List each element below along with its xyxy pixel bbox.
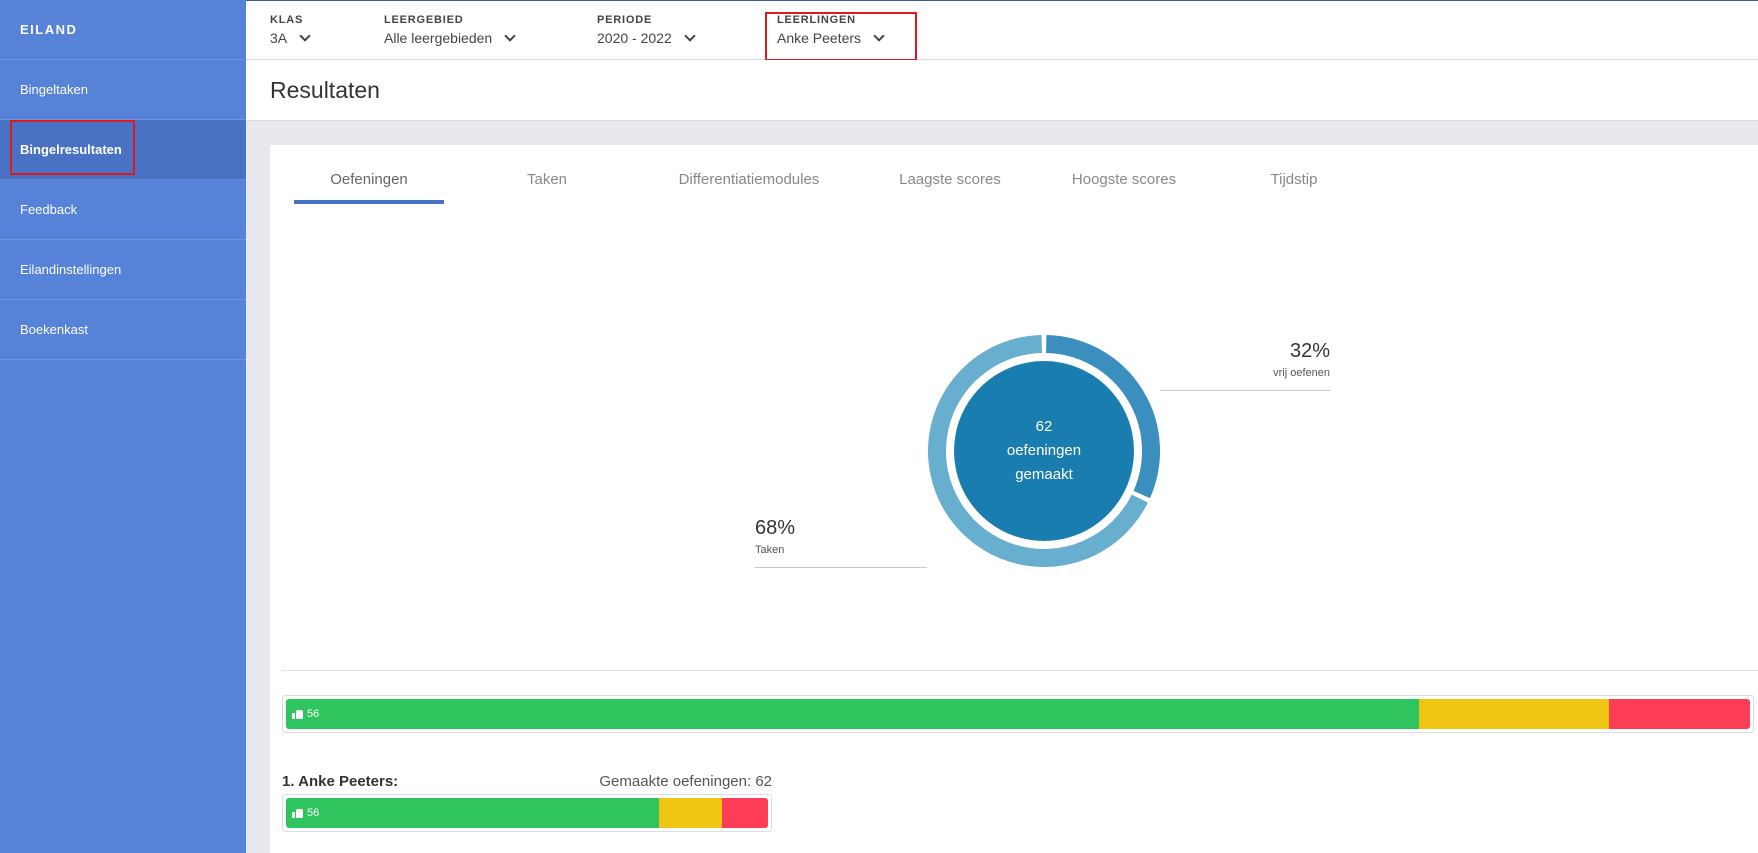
donut-center: 62 oefeningen gemaakt	[954, 361, 1134, 541]
chevron-down-icon	[684, 30, 696, 42]
donut-center-value: 62	[1035, 418, 1053, 435]
periode-filter-label: PERIODE	[597, 14, 653, 26]
callout-percent: 68%	[755, 517, 796, 539]
results-card: Oefeningen Taken Differentiatiemodules L…	[270, 145, 1758, 853]
klas-select[interactable]: 3A	[270, 30, 311, 46]
score-segment-good[interactable]: 56	[286, 798, 660, 828]
good-count: 56	[307, 807, 320, 819]
sidebar-item-bingelresultaten[interactable]: Bingelresultaten	[0, 120, 246, 180]
klas-filter[interactable]: KLAS 3A	[270, 14, 311, 46]
score-segment-good[interactable]: 56	[286, 699, 1420, 729]
sidebar-brand: EILAND	[0, 0, 246, 60]
sidebar-item-boekenkast[interactable]: Boekenkast	[0, 300, 246, 360]
tab-laagste-scores[interactable]: Laagste scores	[870, 171, 1030, 188]
periode-filter[interactable]: PERIODE 2020 - 2022	[597, 14, 696, 46]
donut-center-line2: gemaakt	[1015, 466, 1073, 483]
periode-select[interactable]: 2020 - 2022	[597, 30, 696, 46]
tab-bar: Oefeningen Taken Differentiatiemodules L…	[294, 145, 1734, 205]
leergebied-filter[interactable]: LEERGEBIED Alle leergebieden	[384, 14, 516, 46]
sidebar-item-label: Eilandinstellingen	[20, 262, 122, 277]
filter-bar: KLAS 3A LEERGEBIED Alle leergebieden PER…	[246, 0, 1758, 61]
overall-score-bar: 56	[282, 695, 1754, 733]
good-count: 56	[307, 708, 320, 720]
sidebar-item-label: Feedback	[20, 202, 78, 217]
callout-percent: 32%	[1289, 340, 1330, 362]
divider	[282, 670, 1758, 671]
donut-center-line1: oefeningen	[1006, 442, 1082, 459]
sidebar-item-label: Boekenkast	[20, 322, 88, 337]
donut-chart: 62 oefeningen gemaakt	[928, 335, 1160, 567]
leerlingen-filter[interactable]: LEERLINGEN Anke Peeters	[765, 12, 917, 61]
callout-line	[755, 567, 927, 568]
sidebar-item-eilandinstellingen[interactable]: Eilandinstellingen	[0, 240, 246, 300]
leergebied-value: Alle leergebieden	[384, 30, 493, 46]
callout-vrij-oefenen: 32% vrij oefenen	[1160, 340, 1330, 391]
periode-value: 2020 - 2022	[597, 30, 672, 46]
sidebar-item-label: Bingeltaken	[20, 82, 88, 97]
tab-differentiatiemodules[interactable]: Differentiatiemodules	[654, 171, 844, 188]
klas-value: 3A	[270, 30, 288, 46]
sidebar-item-feedback[interactable]: Feedback	[0, 180, 246, 240]
sidebar: EILAND Bingeltaken Bingelresultaten Feed…	[0, 0, 246, 853]
chevron-down-icon	[504, 30, 516, 42]
tab-oefeningen[interactable]: Oefeningen	[294, 171, 444, 188]
leergebied-select[interactable]: Alle leergebieden	[384, 30, 516, 46]
klas-filter-label: KLAS	[270, 14, 304, 26]
score-segment-medium[interactable]	[659, 798, 722, 828]
highlight-box	[10, 120, 135, 175]
student-exercise-count: Gemaakte oefeningen: 62	[599, 773, 772, 790]
callout-line	[1160, 390, 1330, 391]
score-segment-medium[interactable]	[1419, 699, 1610, 729]
active-tab-indicator	[294, 200, 444, 204]
page-title: Resultaten	[270, 77, 380, 103]
student-score-bar: 56	[282, 794, 772, 832]
callout-taken: 68% Taken	[755, 517, 927, 568]
tab-taken[interactable]: Taken	[492, 171, 602, 188]
tab-hoogste-scores[interactable]: Hoogste scores	[1044, 171, 1204, 188]
highlight-box	[765, 12, 917, 61]
score-segment-poor[interactable]	[721, 798, 768, 828]
tab-tijdstip[interactable]: Tijdstip	[1234, 171, 1354, 188]
score-segment-poor[interactable]	[1609, 699, 1750, 729]
thumbs-up-icon	[292, 709, 303, 719]
thumbs-up-icon	[292, 808, 303, 818]
student-name[interactable]: 1. Anke Peeters:	[282, 773, 398, 790]
chevron-down-icon	[299, 30, 311, 42]
sidebar-item-bingeltaken[interactable]: Bingeltaken	[0, 60, 246, 120]
callout-label: vrij oefenen	[1273, 367, 1330, 379]
callout-label: Taken	[755, 544, 785, 556]
leergebied-filter-label: LEERGEBIED	[384, 14, 464, 26]
page-header: Resultaten	[246, 60, 1758, 121]
